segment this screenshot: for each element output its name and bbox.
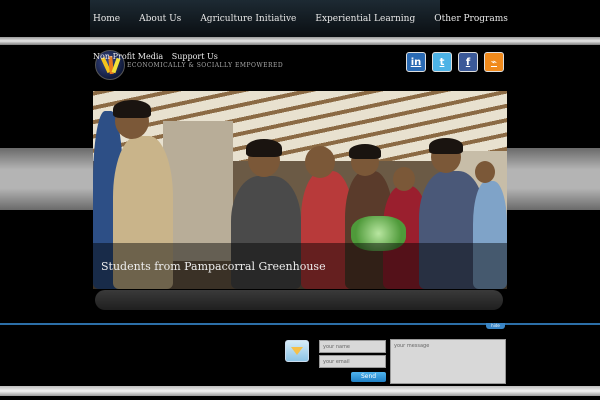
name-input[interactable]: your name: [319, 340, 386, 353]
send-button[interactable]: Send: [351, 372, 386, 382]
nav-about-us[interactable]: About Us: [139, 14, 181, 24]
footer-toggle-tab[interactable]: hide: [486, 323, 505, 329]
person-hair: [246, 139, 282, 157]
person-hair: [113, 100, 151, 118]
sublink-non-profit-media[interactable]: Non-Profit Media: [93, 52, 163, 61]
slide-caption: Students from Pampacorral Greenhouse: [93, 243, 507, 289]
adobe-wall: [163, 121, 233, 261]
facebook-icon[interactable]: f: [458, 52, 478, 72]
person-hair: [429, 138, 463, 154]
tagline: ECONOMICALLY & SOCIALLY EMPOWERED: [127, 62, 284, 69]
linkedin-icon[interactable]: in: [406, 52, 426, 72]
hero-slide[interactable]: Students from Pampacorral Greenhouse: [93, 91, 507, 289]
person-hair: [349, 144, 381, 159]
person-head: [393, 167, 415, 191]
mail-icon: [285, 340, 309, 362]
person-head: [475, 161, 495, 183]
nav-experiential-learning[interactable]: Experiential Learning: [315, 14, 415, 24]
rss-icon[interactable]: ⌁: [484, 52, 504, 72]
footer-divider: [0, 323, 600, 325]
nav-agriculture-initiative[interactable]: Agriculture Initiative: [200, 14, 296, 24]
slider-bar[interactable]: [95, 290, 503, 310]
sublink-support-us[interactable]: Support Us: [172, 52, 218, 61]
bottom-band: [0, 386, 600, 396]
email-input[interactable]: your email: [319, 355, 386, 368]
message-textarea[interactable]: your message: [390, 339, 506, 384]
person-head: [305, 146, 335, 178]
slide-caption-text: Students from Pampacorral Greenhouse: [101, 259, 326, 273]
twitter-icon[interactable]: t: [432, 52, 452, 72]
nav-other-programs[interactable]: Other Programs: [434, 14, 508, 24]
main-nav: Home About Us Agriculture Initiative Exp…: [90, 0, 508, 37]
nav-home[interactable]: Home: [93, 14, 120, 24]
header-sublinks: Non-Profit Media Support Us: [93, 52, 224, 61]
top-band: [0, 37, 600, 45]
